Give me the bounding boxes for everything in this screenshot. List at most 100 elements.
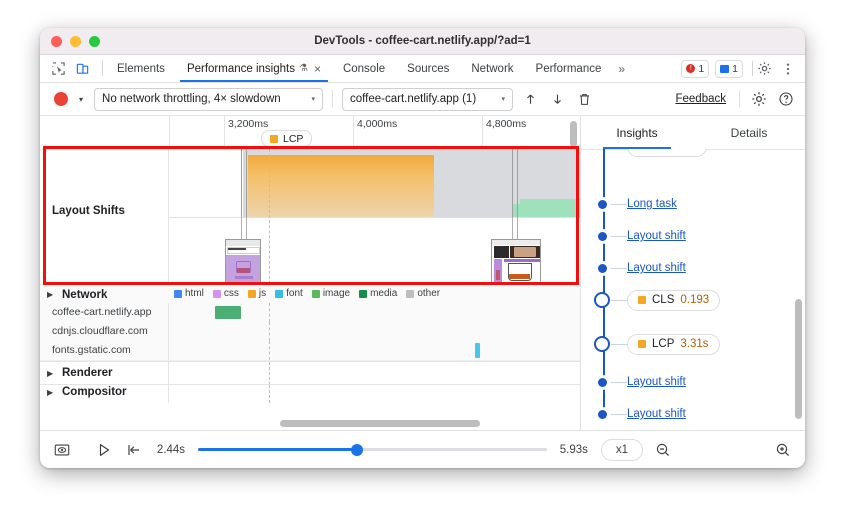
insight-link-label[interactable]: Layout shift xyxy=(627,230,686,242)
message-count-badge[interactable]: 1 xyxy=(715,59,743,78)
play-icon[interactable] xyxy=(94,440,114,460)
shift-marker-line-1 xyxy=(241,149,242,217)
network-request-row[interactable]: cdnjs.cloudflare.com xyxy=(40,322,580,342)
network-request-row[interactable]: fonts.gstatic.com xyxy=(40,341,580,361)
tab-insights[interactable]: Insights xyxy=(581,116,693,149)
request-name: fonts.gstatic.com xyxy=(52,344,131,356)
maximize-window-button[interactable] xyxy=(89,35,100,47)
gear-icon[interactable] xyxy=(749,89,769,109)
insight-pill-cut-off[interactable] xyxy=(627,149,707,157)
lcp-metric-pill[interactable]: LCP 3.31s xyxy=(627,333,720,355)
upload-icon[interactable] xyxy=(520,89,540,109)
expand-compositor-icon[interactable]: ▶ xyxy=(47,388,53,397)
zoom-slider[interactable] xyxy=(680,443,766,457)
zoom-in-icon[interactable] xyxy=(773,440,793,460)
trash-icon[interactable] xyxy=(574,89,594,109)
expand-network-icon[interactable]: ▶ xyxy=(47,290,53,299)
insight-event-layout-shift[interactable]: Layout shift xyxy=(581,371,805,393)
insights-list[interactable]: Long task Layout shift Layout shift CLS … xyxy=(581,149,805,430)
legend-item-image: image xyxy=(311,288,350,299)
insight-event-layout-shift[interactable]: Layout shift xyxy=(581,403,805,425)
insight-event-cls[interactable]: CLS 0.193 xyxy=(581,289,805,311)
help-icon[interactable] xyxy=(776,89,796,109)
visibility-icon[interactable] xyxy=(52,440,72,460)
timeline-panel[interactable]: 3,200ms 4,000ms 4,800ms LCP Layout Shift… xyxy=(40,116,581,430)
more-options-icon[interactable] xyxy=(779,60,796,77)
tab-performance[interactable]: Performance xyxy=(525,55,613,82)
chevron-down-icon: ▾ xyxy=(501,96,506,103)
insight-event-layout-shift[interactable]: Layout shift xyxy=(581,225,805,247)
close-tab-icon[interactable]: × xyxy=(314,63,321,75)
insight-event-layout-shift[interactable]: Layout shift xyxy=(581,257,805,279)
insight-link-label[interactable]: Layout shift xyxy=(627,376,686,388)
insight-link-label[interactable]: Layout shift xyxy=(627,262,686,274)
insight-link-label[interactable]: Long task xyxy=(627,198,677,210)
gear-icon[interactable] xyxy=(756,60,773,77)
thumbnail-connector-2 xyxy=(246,217,247,239)
flask-icon: ⚗ xyxy=(298,63,308,74)
screenshot-root: DevTools - coffee-cart.netlify.app/?ad=1 xyxy=(0,0,845,518)
sidebar-vertical-scrollbar[interactable] xyxy=(795,299,802,419)
tab-elements[interactable]: Elements xyxy=(106,55,176,82)
expand-renderer-icon[interactable]: ▶ xyxy=(47,369,53,378)
tab-label: Console xyxy=(342,62,386,75)
timeline-vertical-scrollbar[interactable] xyxy=(570,121,577,147)
cls-metric-pill[interactable]: CLS 0.193 xyxy=(627,289,721,311)
timeline-node-icon xyxy=(598,263,607,273)
tab-console[interactable]: Console xyxy=(332,55,396,82)
error-count-badge[interactable]: ! 1 xyxy=(681,59,710,78)
device-toolbar-icon[interactable] xyxy=(74,60,91,77)
tab-network[interactable]: Network xyxy=(460,55,524,82)
record-button[interactable] xyxy=(54,92,68,106)
tab-label: Performance insights xyxy=(186,62,295,75)
tab-sources[interactable]: Sources xyxy=(396,55,460,82)
close-window-button[interactable] xyxy=(51,35,62,47)
lcp-marker-pill[interactable]: LCP xyxy=(261,130,313,147)
thumbnail-connector-4 xyxy=(517,217,518,239)
legend-label: html xyxy=(185,288,204,299)
page-select[interactable]: coffee-cart.netlify.app (1) ▾ xyxy=(342,87,514,111)
playback-toolbar: 2.44s 5.93s x1 xyxy=(40,430,805,468)
filmstrip-thumbnail-2[interactable] xyxy=(491,239,541,285)
legend-item-media: media xyxy=(359,288,397,299)
track-network-header[interactable]: ▶ Network html css js font image media o… xyxy=(40,284,580,304)
download-icon[interactable] xyxy=(547,89,567,109)
request-bar[interactable] xyxy=(215,306,241,319)
insight-link-label[interactable]: Layout shift xyxy=(627,408,686,420)
track-renderer-header[interactable]: ▶ Renderer xyxy=(40,361,580,385)
legend-swatch-media xyxy=(359,289,368,298)
message-icon xyxy=(720,64,730,73)
legend-swatch-css xyxy=(212,289,221,298)
slider-handle[interactable] xyxy=(351,443,364,456)
ruler-tick-2: 4,000ms xyxy=(357,118,398,130)
timeline-node-ring-icon xyxy=(594,292,610,308)
jump-to-start-icon[interactable] xyxy=(124,440,144,460)
track-layout-shifts[interactable]: Layout Shifts xyxy=(40,149,580,285)
timeline-node-icon xyxy=(598,377,607,387)
timeline-horizontal-scrollbar[interactable] xyxy=(280,420,480,427)
playback-speed-button[interactable]: x1 xyxy=(600,438,643,461)
orange-activity-band xyxy=(248,155,434,217)
more-tabs-icon[interactable]: » xyxy=(612,55,631,82)
timeline-ruler[interactable]: 3,200ms 4,000ms 4,800ms LCP xyxy=(40,116,580,150)
insight-event-long-task[interactable]: Long task xyxy=(581,193,805,215)
inspect-element-icon[interactable] xyxy=(50,60,67,77)
track-compositor-header[interactable]: ▶ Compositor xyxy=(40,384,580,403)
tab-details[interactable]: Details xyxy=(693,116,805,149)
track-label-network: Network xyxy=(62,289,108,301)
zoom-out-icon[interactable] xyxy=(653,440,673,460)
tab-performance-insights[interactable]: Performance insights ⚗ × xyxy=(176,55,332,82)
throttling-value: No network throttling, 4× slowdown xyxy=(102,93,281,105)
minimize-window-button[interactable] xyxy=(70,35,81,47)
request-bar[interactable] xyxy=(475,343,480,358)
feedback-link[interactable]: Feedback xyxy=(675,93,726,105)
network-throttling-select[interactable]: No network throttling, 4× slowdown ▾ xyxy=(94,87,324,111)
legend-swatch-js xyxy=(247,289,256,298)
time-range-slider[interactable] xyxy=(198,443,547,457)
record-options-chevron-icon[interactable]: ▾ xyxy=(75,95,87,104)
sidebar-tabs: Insights Details xyxy=(581,116,805,150)
filmstrip-thumbnail-1[interactable] xyxy=(225,239,261,283)
insight-event-lcp[interactable]: LCP 3.31s xyxy=(581,333,805,355)
network-request-row[interactable]: coffee-cart.netlify.app xyxy=(40,303,580,323)
layout-shifts-canvas[interactable] xyxy=(169,149,580,285)
